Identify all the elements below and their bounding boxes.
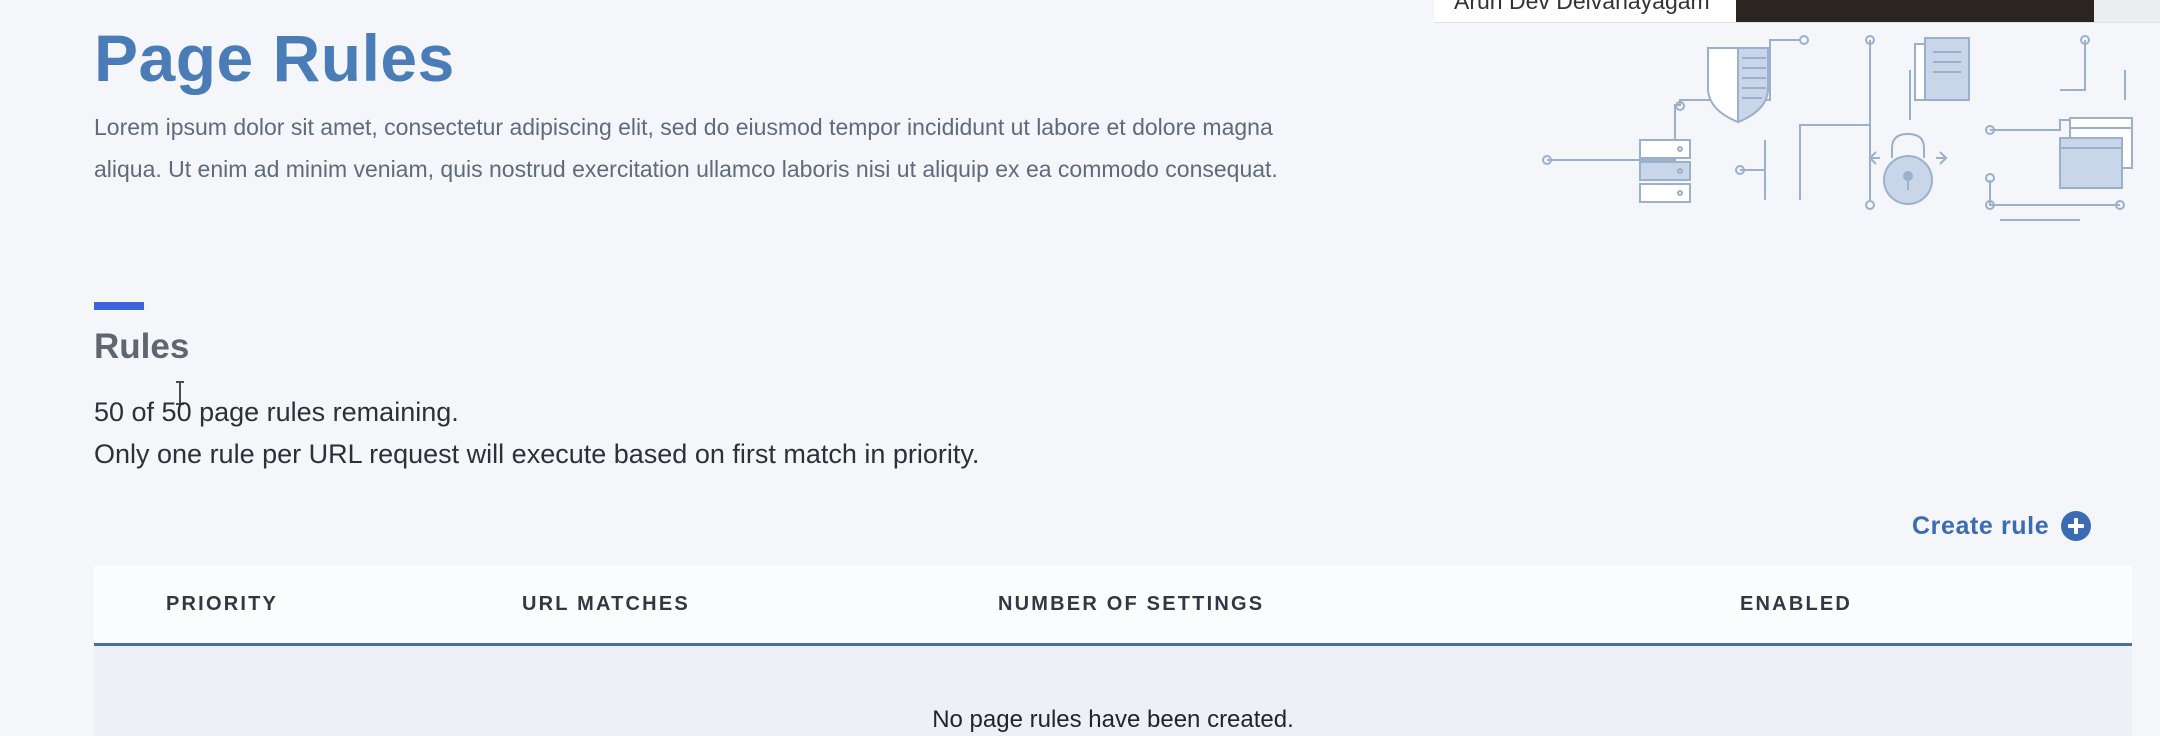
column-header-enabled[interactable]: ENABLED bbox=[1740, 566, 1852, 643]
circuit-line bbox=[2060, 40, 2086, 91]
column-header-url-matches[interactable]: URL MATCHES bbox=[522, 566, 690, 643]
column-header-priority[interactable]: PRIORITY bbox=[166, 566, 278, 643]
create-rule-button[interactable]: Create rule bbox=[1912, 510, 2092, 542]
text-cursor-icon bbox=[176, 381, 184, 405]
page-title: Page Rules bbox=[94, 21, 455, 95]
rules-remaining-text: 50 of 50 page rules remaining. bbox=[94, 397, 459, 427]
overlay-edge bbox=[2094, 0, 2160, 22]
create-rule-label: Create rule bbox=[1912, 511, 2050, 540]
circuit-line bbox=[1799, 40, 1871, 200]
circuit-line bbox=[1990, 119, 2080, 131]
table-header: PRIORITY URL MATCHES NUMBER OF SETTINGS … bbox=[94, 566, 2132, 646]
circuit-node bbox=[1865, 200, 1875, 210]
security-illustration-icon bbox=[1542, 35, 2133, 221]
page-description: Lorem ipsum dolor sit amet, consectetur … bbox=[94, 114, 1278, 182]
page-rules-table: PRIORITY URL MATCHES NUMBER OF SETTINGS … bbox=[94, 566, 2132, 736]
section-title: Rules bbox=[94, 327, 190, 366]
presenter-video-thumbnail bbox=[1736, 0, 2094, 22]
empty-table-message: No page rules have been created. bbox=[932, 706, 1294, 733]
presenter-name: Arun Dev Deivanayagam bbox=[1454, 0, 1710, 14]
rules-priority-note: Only one rule per URL request will execu… bbox=[94, 439, 980, 469]
plus-circle-icon bbox=[2061, 511, 2092, 541]
screen-share-overlay: Arun Dev Deivanayagam bbox=[1434, 0, 2160, 23]
section-accent-bar bbox=[94, 302, 144, 310]
lock-icon bbox=[1891, 132, 1925, 158]
circuit-node bbox=[1799, 35, 1809, 45]
column-header-number-of-settings[interactable]: NUMBER OF SETTINGS bbox=[998, 566, 1264, 643]
